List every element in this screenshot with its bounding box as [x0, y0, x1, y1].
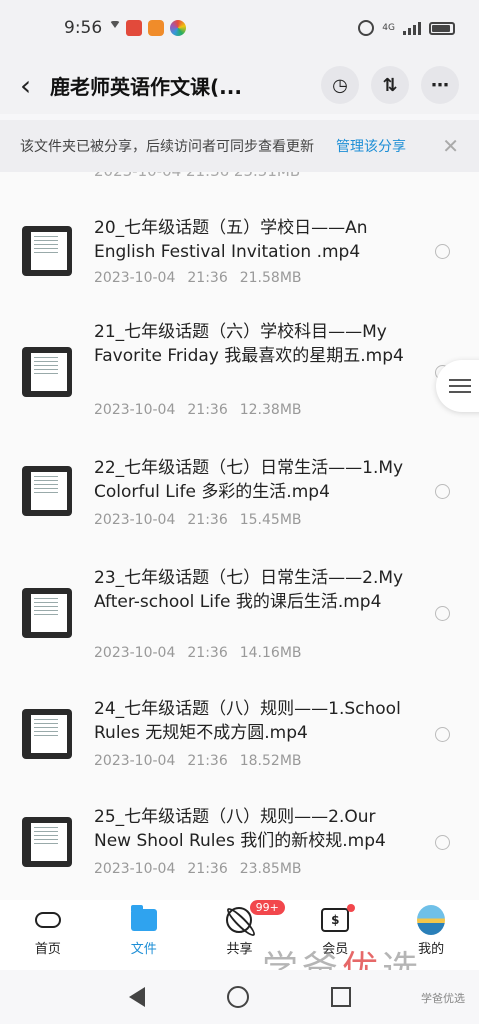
app-notification-icon — [126, 20, 143, 36]
status-time: 9:56 — [64, 18, 103, 38]
file-meta: 2023-10-04 21:36 18.52MB — [94, 753, 302, 769]
list-item[interactable]: 24_七年级话题（八）规则——1.School Rules 无规矩不成方圆.mp… — [0, 697, 479, 787]
video-thumbnail — [22, 817, 72, 867]
file-meta: 2023-10-04 21:36 14.16MB — [94, 645, 302, 661]
share-banner: 该文件夹已被分享，后续访问者可同步查看更新 管理该分享 ✕ — [0, 120, 479, 172]
sort-icon[interactable]: ⇅ — [371, 66, 409, 104]
file-name: 20_七年级话题（五）学校日——An English Festival Invi… — [94, 218, 368, 262]
file-name: 24_七年级话题（八）规则——1.School Rules 无规矩不成方圆.mp… — [94, 699, 401, 743]
avatar-icon — [417, 905, 446, 935]
file-name: 22_七年级话题（七）日常生活——1.My Colorful Life 多彩的生… — [94, 458, 404, 502]
select-radio[interactable] — [435, 835, 450, 850]
file-meta: 2023-10-04 21:36 12.38MB — [94, 402, 302, 418]
list-item[interactable]: 25_七年级话题（八）规则——2.Our New Shool Rules 我们的… — [0, 805, 479, 895]
tab-label: 共享 — [226, 942, 253, 957]
notification-badge: 99+ — [249, 900, 285, 915]
list-item[interactable]: 23_七年级话题（七）日常生活——2.My After-school Life … — [0, 562, 479, 672]
network-type: 4G — [382, 22, 395, 33]
video-thumbnail — [22, 226, 72, 276]
select-radio[interactable] — [435, 606, 450, 621]
floating-menu-button[interactable] — [436, 360, 479, 412]
file-name: 25_七年级话题（八）规则——2.Our New Shool Rules 我们的… — [94, 807, 386, 851]
tab-label: 首页 — [34, 942, 61, 957]
tab-label: 文件 — [130, 942, 157, 957]
vip-icon: $ — [321, 906, 350, 934]
nav-back-icon[interactable] — [128, 987, 145, 1007]
more-icon[interactable]: ⋯ — [421, 66, 459, 104]
share-banner-text: 该文件夹已被分享，后续访问者可同步查看更新 — [20, 139, 314, 155]
red-dot-badge — [347, 904, 356, 912]
nav-recents-icon[interactable] — [330, 987, 351, 1007]
file-meta-partial: 2023-10-04 21:36 25.51MB — [94, 172, 300, 180]
home-cloud-icon — [34, 906, 62, 934]
select-radio[interactable] — [435, 484, 450, 499]
alarm-icon — [358, 20, 375, 36]
share-icon — [225, 906, 253, 934]
wechat-watermark: 学爸优选 — [421, 992, 465, 1005]
file-list: 2023-10-04 21:36 25.51MB 20_七年级话题（五）学校日—… — [0, 172, 479, 900]
close-icon[interactable]: ✕ — [442, 134, 459, 158]
menu-icon — [449, 379, 471, 393]
video-thumbnail — [22, 709, 72, 759]
message-notification-icon — [148, 20, 165, 36]
video-thumbnail — [22, 347, 72, 397]
signal-icon — [403, 21, 421, 35]
tab-home[interactable]: 首页 — [0, 900, 96, 970]
video-thumbnail — [22, 588, 72, 638]
browser-notification-icon — [170, 20, 187, 36]
file-name: 21_七年级话题（六）学校科目——My Favorite Friday 我最喜欢… — [94, 322, 404, 366]
list-item[interactable]: 22_七年级话题（七）日常生活——1.My Colorful Life 多彩的生… — [0, 452, 479, 542]
file-meta: 2023-10-04 21:36 15.45MB — [94, 512, 302, 528]
page-title: 鹿老师英语作文课(... — [50, 74, 242, 99]
history-icon[interactable]: ◷ — [321, 66, 359, 104]
status-bar: 9:56 4G — [0, 0, 479, 56]
tab-files[interactable]: 文件 — [96, 900, 192, 970]
nav-home-icon[interactable] — [226, 986, 249, 1008]
file-meta: 2023-10-04 21:36 21.58MB — [94, 270, 302, 286]
select-radio[interactable] — [435, 244, 450, 259]
file-meta: 2023-10-04 21:36 23.85MB — [94, 861, 302, 877]
battery-icon — [429, 21, 455, 35]
list-item[interactable]: 20_七年级话题（五）学校日——An English Festival Invi… — [0, 212, 479, 312]
select-radio[interactable] — [435, 727, 450, 742]
manage-share-link[interactable]: 管理该分享 — [336, 136, 406, 156]
back-arrow-icon[interactable]: ‹ — [20, 69, 50, 102]
file-name: 23_七年级话题（七）日常生活——2.My After-school Life … — [94, 568, 404, 612]
list-item[interactable]: 21_七年级话题（六）学校科目——My Favorite Friday 我最喜欢… — [0, 317, 479, 427]
top-app-bar: ‹ 鹿老师英语作文课(... ◷ ⇅ ⋯ — [0, 56, 479, 114]
system-nav-bar — [0, 970, 479, 1024]
video-thumbnail — [22, 466, 72, 516]
folder-icon — [130, 905, 158, 934]
hourglass-icon — [110, 21, 121, 35]
